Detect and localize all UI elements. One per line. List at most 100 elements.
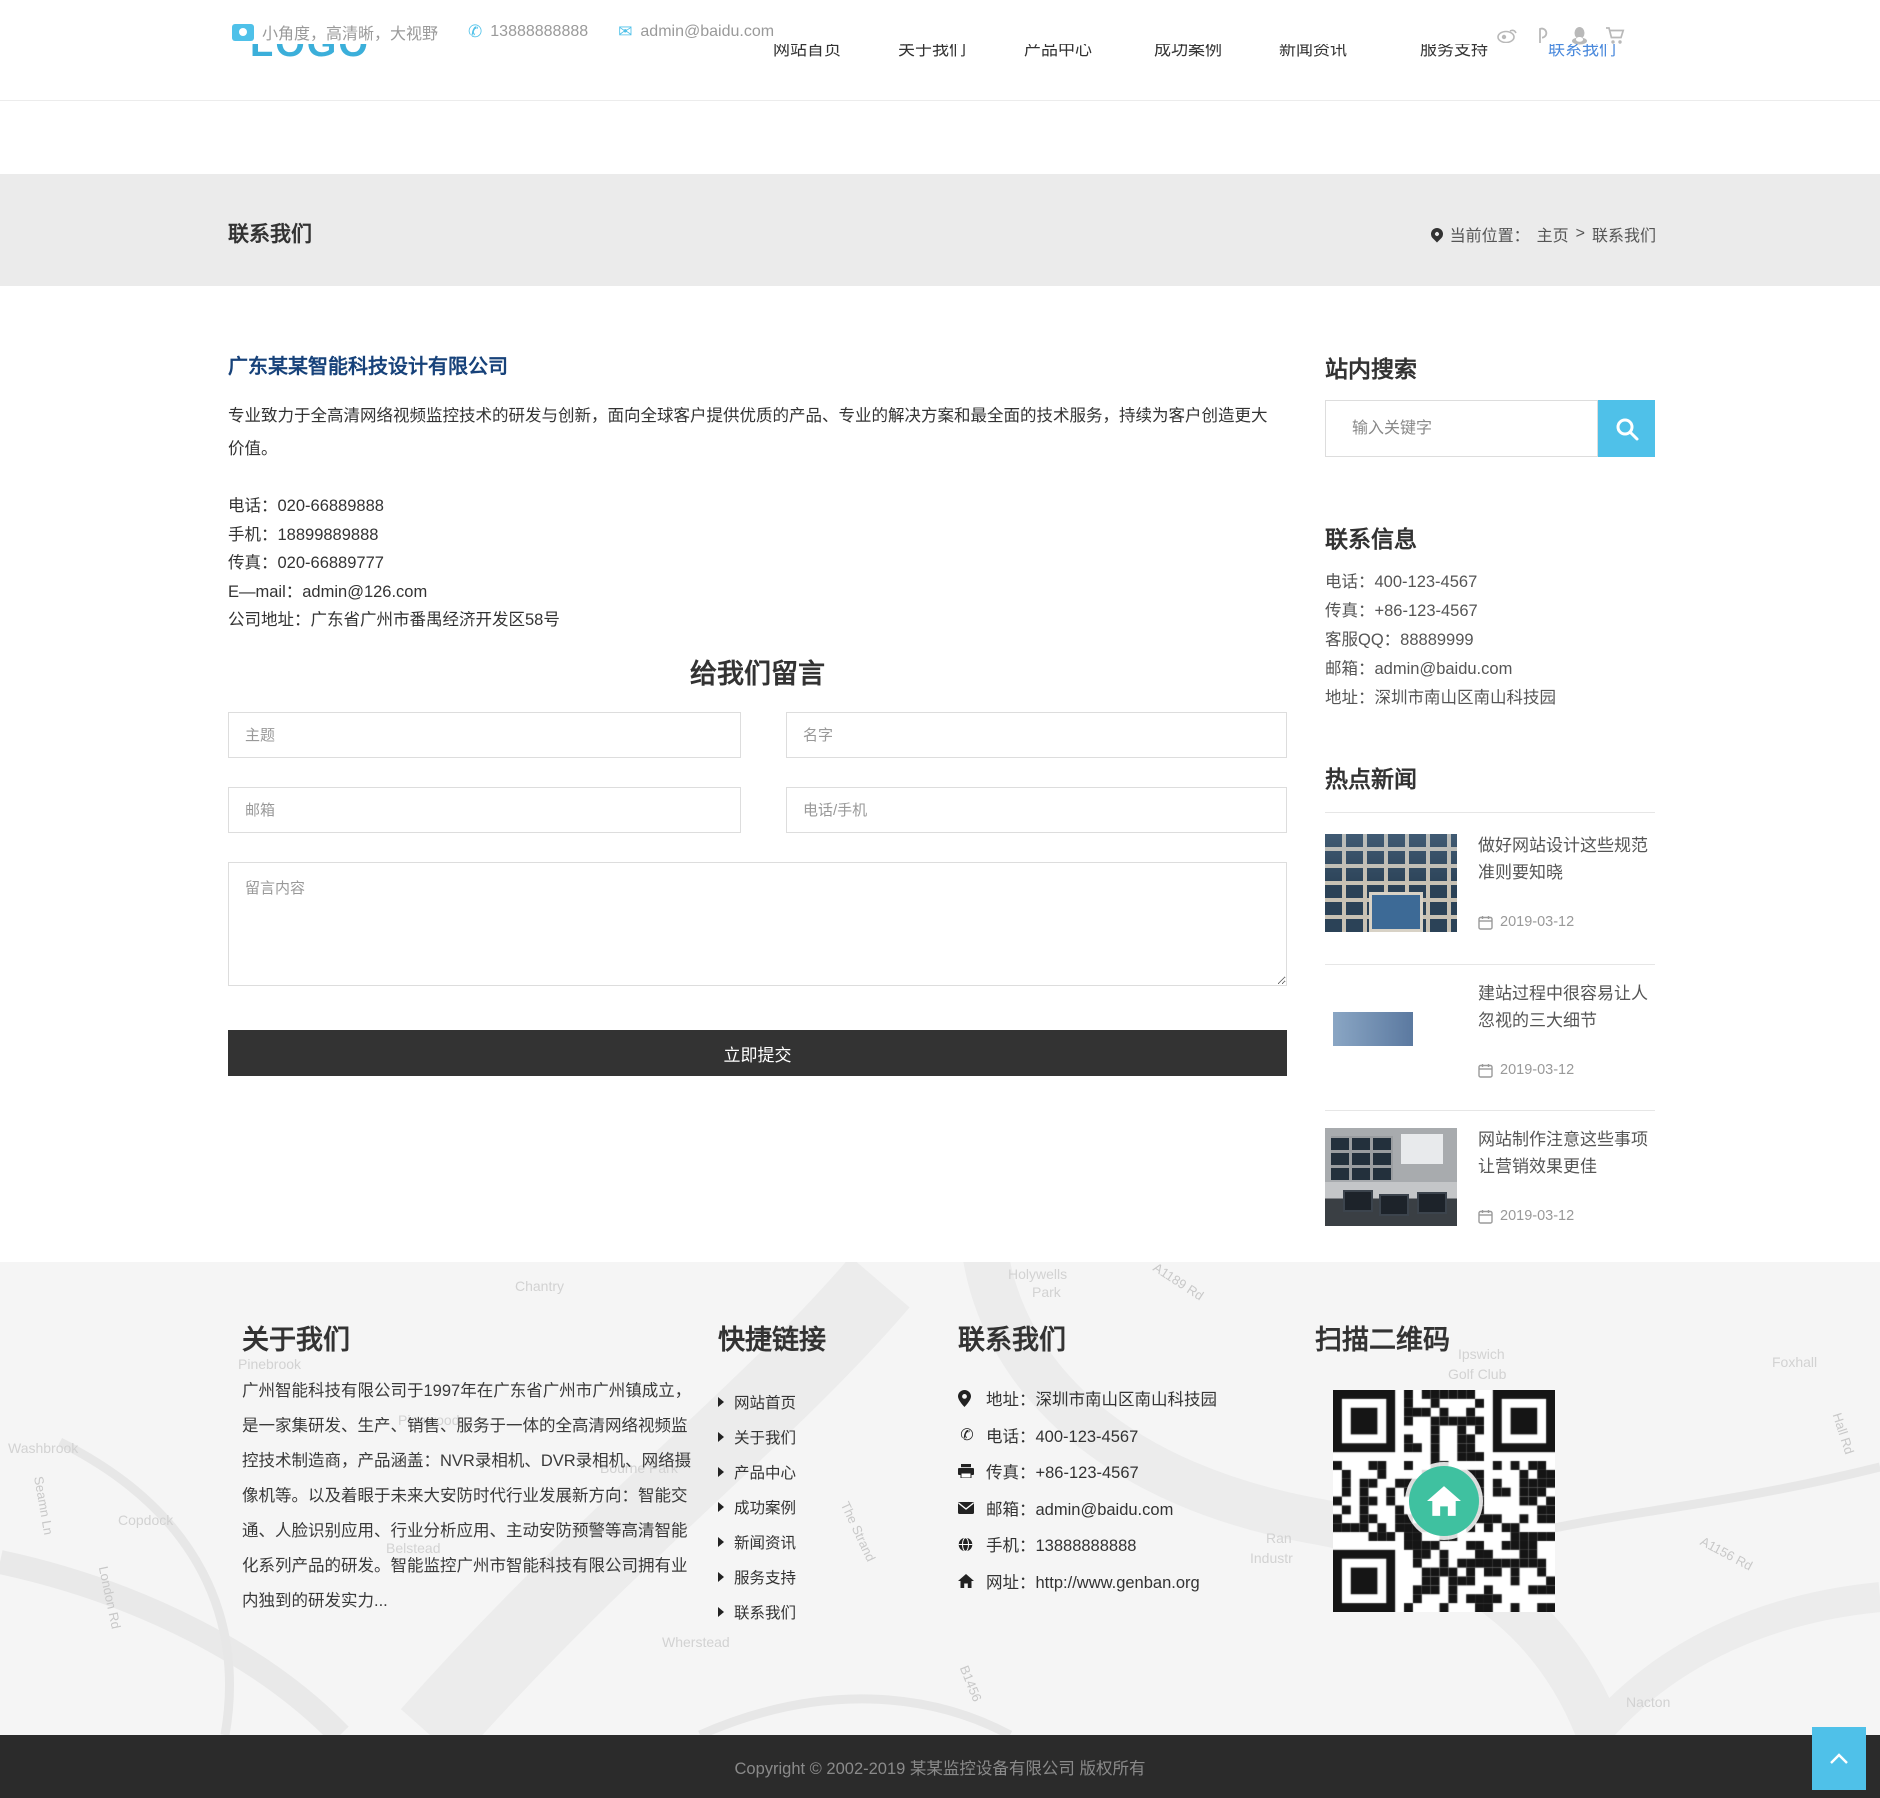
company-email-line: E—mail：admin@126.com bbox=[228, 578, 560, 607]
copyright-text: Copyright © 2002-2019 某某监控设备有限公司 版权所有 bbox=[734, 1755, 1145, 1779]
header-topbar: 小角度，高清晰，大视野 ✆ 13888888888 ✉ admin@baidu.… bbox=[232, 20, 774, 44]
message-form-title: 给我们留言 bbox=[228, 652, 1287, 691]
hot-news-title: 热点新闻 bbox=[1325, 760, 1417, 794]
map-label: Ipswich bbox=[1458, 1346, 1505, 1362]
info-fax: 传真：+86-123-4567 bbox=[1325, 597, 1556, 626]
social-icons bbox=[1496, 24, 1626, 46]
arrow-right-icon bbox=[718, 1502, 724, 1512]
info-qq: 客服QQ：88889999 bbox=[1325, 626, 1556, 655]
site-logo[interactable]: LOGO bbox=[250, 44, 370, 63]
header-email: admin@baidu.com bbox=[640, 23, 774, 41]
footer-contact-title: 联系我们 bbox=[958, 1318, 1066, 1357]
nav-contact[interactable]: 联系我们 bbox=[1548, 44, 1616, 60]
company-description: 专业致力于全高清网络视频监控技术的研发与创新，面向全球客户提供优质的产品、专业的… bbox=[228, 400, 1280, 466]
footer-link-products[interactable]: 产品中心 bbox=[718, 1454, 796, 1489]
chevron-up-icon bbox=[1829, 1753, 1849, 1765]
company-fax-line: 传真：020-66889777 bbox=[228, 549, 560, 578]
name-input[interactable] bbox=[786, 712, 1287, 758]
qr-code bbox=[1333, 1390, 1555, 1612]
calendar-icon bbox=[1478, 1063, 1493, 1078]
news-thumbnail-2 bbox=[1325, 982, 1457, 1080]
news-title-1[interactable]: 做好网站设计这些规范准则要知晓 bbox=[1478, 832, 1658, 886]
map-label: Copdock bbox=[118, 1512, 173, 1528]
footer-link-news[interactable]: 新闻资讯 bbox=[718, 1524, 796, 1559]
weibo-icon[interactable] bbox=[1496, 24, 1518, 46]
site-search-title: 站内搜索 bbox=[1325, 350, 1417, 384]
news-item-3[interactable]: 网站制作注意这些事项 让营销效果更佳 2019-03-12 bbox=[1325, 1124, 1655, 1246]
map-label: Washbrook bbox=[8, 1440, 78, 1456]
company-contact-lines: 电话：020-66889888 手机：18899889888 传真：020-66… bbox=[228, 492, 560, 635]
mail-icon bbox=[958, 1502, 976, 1514]
info-phone: 电话：400-123-4567 bbox=[1325, 568, 1556, 597]
footer-links-title: 快捷链接 bbox=[718, 1318, 826, 1357]
submit-button[interactable]: 立即提交 bbox=[228, 1030, 1287, 1076]
calendar-icon bbox=[1478, 915, 1493, 930]
nav-products[interactable]: 产品中心 bbox=[1024, 44, 1092, 60]
news-thumbnail-1 bbox=[1325, 834, 1457, 932]
back-to-top-button[interactable] bbox=[1812, 1727, 1866, 1790]
news-item-1[interactable]: 做好网站设计这些规范准则要知晓 2019-03-12 bbox=[1325, 830, 1655, 952]
news-date-3: 2019-03-12 bbox=[1500, 1208, 1574, 1224]
phone-icon: ✆ bbox=[958, 1425, 976, 1445]
breadcrumb: 当前位置： 主页 > 联系我们 bbox=[1431, 222, 1656, 246]
news-title-3[interactable]: 网站制作注意这些事项 让营销效果更佳 bbox=[1478, 1126, 1658, 1180]
camera-icon bbox=[232, 24, 254, 41]
nav-about[interactable]: 关于我们 bbox=[898, 44, 966, 60]
footer-about-title: 关于我们 bbox=[242, 1318, 350, 1357]
footer-link-contact[interactable]: 联系我们 bbox=[718, 1594, 796, 1629]
arrow-right-icon bbox=[718, 1572, 724, 1582]
footer-contact-list: 地址：深圳市南山区南山科技园 ✆ 电话：400-123-4567 传真：+86-… bbox=[958, 1380, 1217, 1599]
breadcrumb-home-link[interactable]: 主页 bbox=[1537, 222, 1569, 246]
nav-home[interactable]: 网站首页 bbox=[773, 44, 841, 60]
news-title-2[interactable]: 建站过程中很容易让人忽视的三大细节 bbox=[1478, 980, 1658, 1034]
map-label: Foxhall bbox=[1772, 1354, 1817, 1370]
company-name: 广东某某智能科技设计有限公司 bbox=[228, 350, 508, 379]
breadcrumb-label: 当前位置： bbox=[1450, 222, 1530, 246]
cart-icon[interactable] bbox=[1604, 24, 1626, 46]
arrow-right-icon bbox=[718, 1537, 724, 1547]
arrow-right-icon bbox=[718, 1432, 724, 1442]
news-item-2[interactable]: 建站过程中很容易让人忽视的三大细节 2019-03-12 bbox=[1325, 978, 1655, 1100]
nav-cases[interactable]: 成功案例 bbox=[1154, 44, 1222, 60]
breadcrumb-separator: > bbox=[1576, 225, 1585, 243]
globe-icon bbox=[958, 1537, 976, 1552]
header: 小角度，高清晰，大视野 ✆ 13888888888 ✉ admin@baidu.… bbox=[0, 0, 1880, 101]
map-label: Wherstead bbox=[662, 1634, 730, 1650]
qr-center-logo bbox=[1409, 1466, 1479, 1536]
fax-icon bbox=[958, 1464, 976, 1478]
footer-address-row: 地址：深圳市南山区南山科技园 bbox=[958, 1380, 1217, 1417]
qq-icon[interactable] bbox=[1568, 24, 1590, 46]
footer-email-row: 邮箱：admin@baidu.com bbox=[958, 1490, 1217, 1527]
home-icon bbox=[958, 1574, 976, 1588]
footer-phone-row: ✆ 电话：400-123-4567 bbox=[958, 1417, 1217, 1454]
footer-link-about[interactable]: 关于我们 bbox=[718, 1419, 796, 1454]
logo-nav-row-clipped: LOGO 网站首页 关于我们 产品中心 成功案例 新闻资讯 服务支持 联系我们 bbox=[0, 44, 1880, 63]
breadcrumb-current: 联系我们 bbox=[1592, 222, 1656, 246]
footer-link-support[interactable]: 服务支持 bbox=[718, 1559, 796, 1594]
mail-icon: ✉ bbox=[618, 22, 632, 42]
footer-link-home[interactable]: 网站首页 bbox=[718, 1384, 796, 1419]
footer-link-cases[interactable]: 成功案例 bbox=[718, 1489, 796, 1524]
search-button[interactable] bbox=[1598, 400, 1655, 457]
news-thumbnail-3 bbox=[1325, 1128, 1457, 1226]
nav-support[interactable]: 服务支持 bbox=[1420, 44, 1488, 60]
divider bbox=[1325, 1110, 1655, 1111]
arrow-right-icon bbox=[718, 1607, 724, 1617]
footer-qr-title: 扫描二维码 bbox=[1315, 1318, 1450, 1357]
phone-input[interactable] bbox=[786, 787, 1287, 833]
breadcrumb-band: 联系我们 当前位置： 主页 > 联系我们 bbox=[0, 174, 1880, 286]
news-date-1: 2019-03-12 bbox=[1500, 914, 1574, 930]
header-phone: 13888888888 bbox=[490, 23, 588, 41]
company-phone-line: 电话：020-66889888 bbox=[228, 492, 560, 521]
subject-input[interactable] bbox=[228, 712, 741, 758]
copyright-bar: Copyright © 2002-2019 某某监控设备有限公司 版权所有 bbox=[0, 1735, 1880, 1798]
p-social-icon[interactable] bbox=[1532, 24, 1554, 46]
message-textarea[interactable] bbox=[228, 862, 1287, 986]
footer-website-row: 网址：http://www.genban.org bbox=[958, 1563, 1217, 1600]
nav-news[interactable]: 新闻资讯 bbox=[1279, 44, 1347, 60]
search-input[interactable] bbox=[1325, 400, 1598, 457]
home-icon bbox=[1427, 1485, 1461, 1517]
contact-info-title: 联系信息 bbox=[1325, 520, 1417, 554]
email-input[interactable] bbox=[228, 787, 741, 833]
contact-page: 小角度，高清晰，大视野 ✆ 13888888888 ✉ admin@baidu.… bbox=[0, 0, 1880, 1798]
